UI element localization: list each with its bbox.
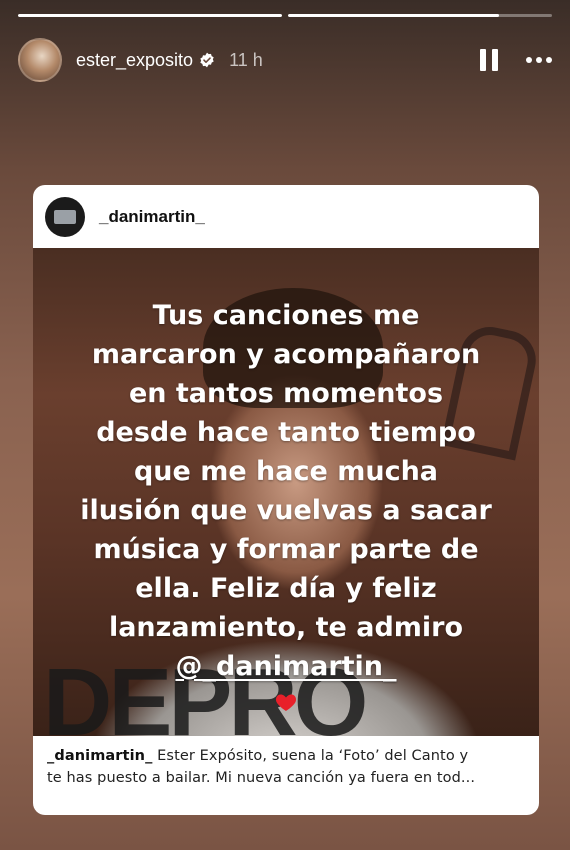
post-avatar[interactable] — [45, 196, 85, 237]
story-header: ester_exposito 11 h — [18, 34, 552, 86]
caption-text: Ester Expósito, suena la ‘Foto’ del Cant… — [152, 748, 469, 764]
progress-segment-2 — [288, 14, 552, 17]
shared-post-card[interactable]: _danimartin_ DEPRO Tus canciones me marc… — [33, 185, 539, 815]
story-time: 11 h — [229, 49, 263, 70]
post-username[interactable]: _danimartin_ — [99, 207, 205, 227]
story-username[interactable]: ester_exposito — [76, 50, 193, 71]
text-line: ella. Feliz día y feliz — [135, 573, 437, 604]
text-line: Tus canciones me — [152, 300, 420, 331]
text-line: lanzamiento, te admiro — [108, 612, 464, 643]
avatar[interactable] — [18, 38, 62, 82]
text-line: marcaron y acompañaron — [91, 339, 481, 370]
caption-username[interactable]: _danimartin_ — [47, 748, 152, 764]
story-text-overlay: Tus canciones me marcaron y acompañaron … — [33, 296, 539, 686]
caption-text-2: te has puesto a bailar. Mi nueva canción… — [47, 770, 476, 786]
text-line: ilusión que vuelvas a sacar — [80, 495, 492, 526]
mention-link[interactable]: @_danimartin_ — [33, 647, 539, 686]
story-progress — [18, 14, 552, 17]
post-header: _danimartin_ — [33, 185, 539, 248]
text-line: en tantos momentos — [128, 378, 444, 409]
text-line: música y formar parte de — [93, 534, 479, 565]
heart-icon — [275, 694, 297, 711]
verified-icon — [200, 52, 214, 68]
post-image: DEPRO Tus canciones me marcaron y acompa… — [33, 248, 539, 736]
text-line: que me hace mucha — [133, 456, 439, 487]
post-caption: _danimartin_ Ester Expósito, suena la ‘F… — [47, 745, 525, 789]
pause-icon[interactable] — [480, 49, 498, 71]
progress-segment-1 — [18, 14, 282, 17]
text-line: desde hace tanto tiempo — [96, 417, 476, 448]
more-icon[interactable] — [526, 57, 552, 63]
